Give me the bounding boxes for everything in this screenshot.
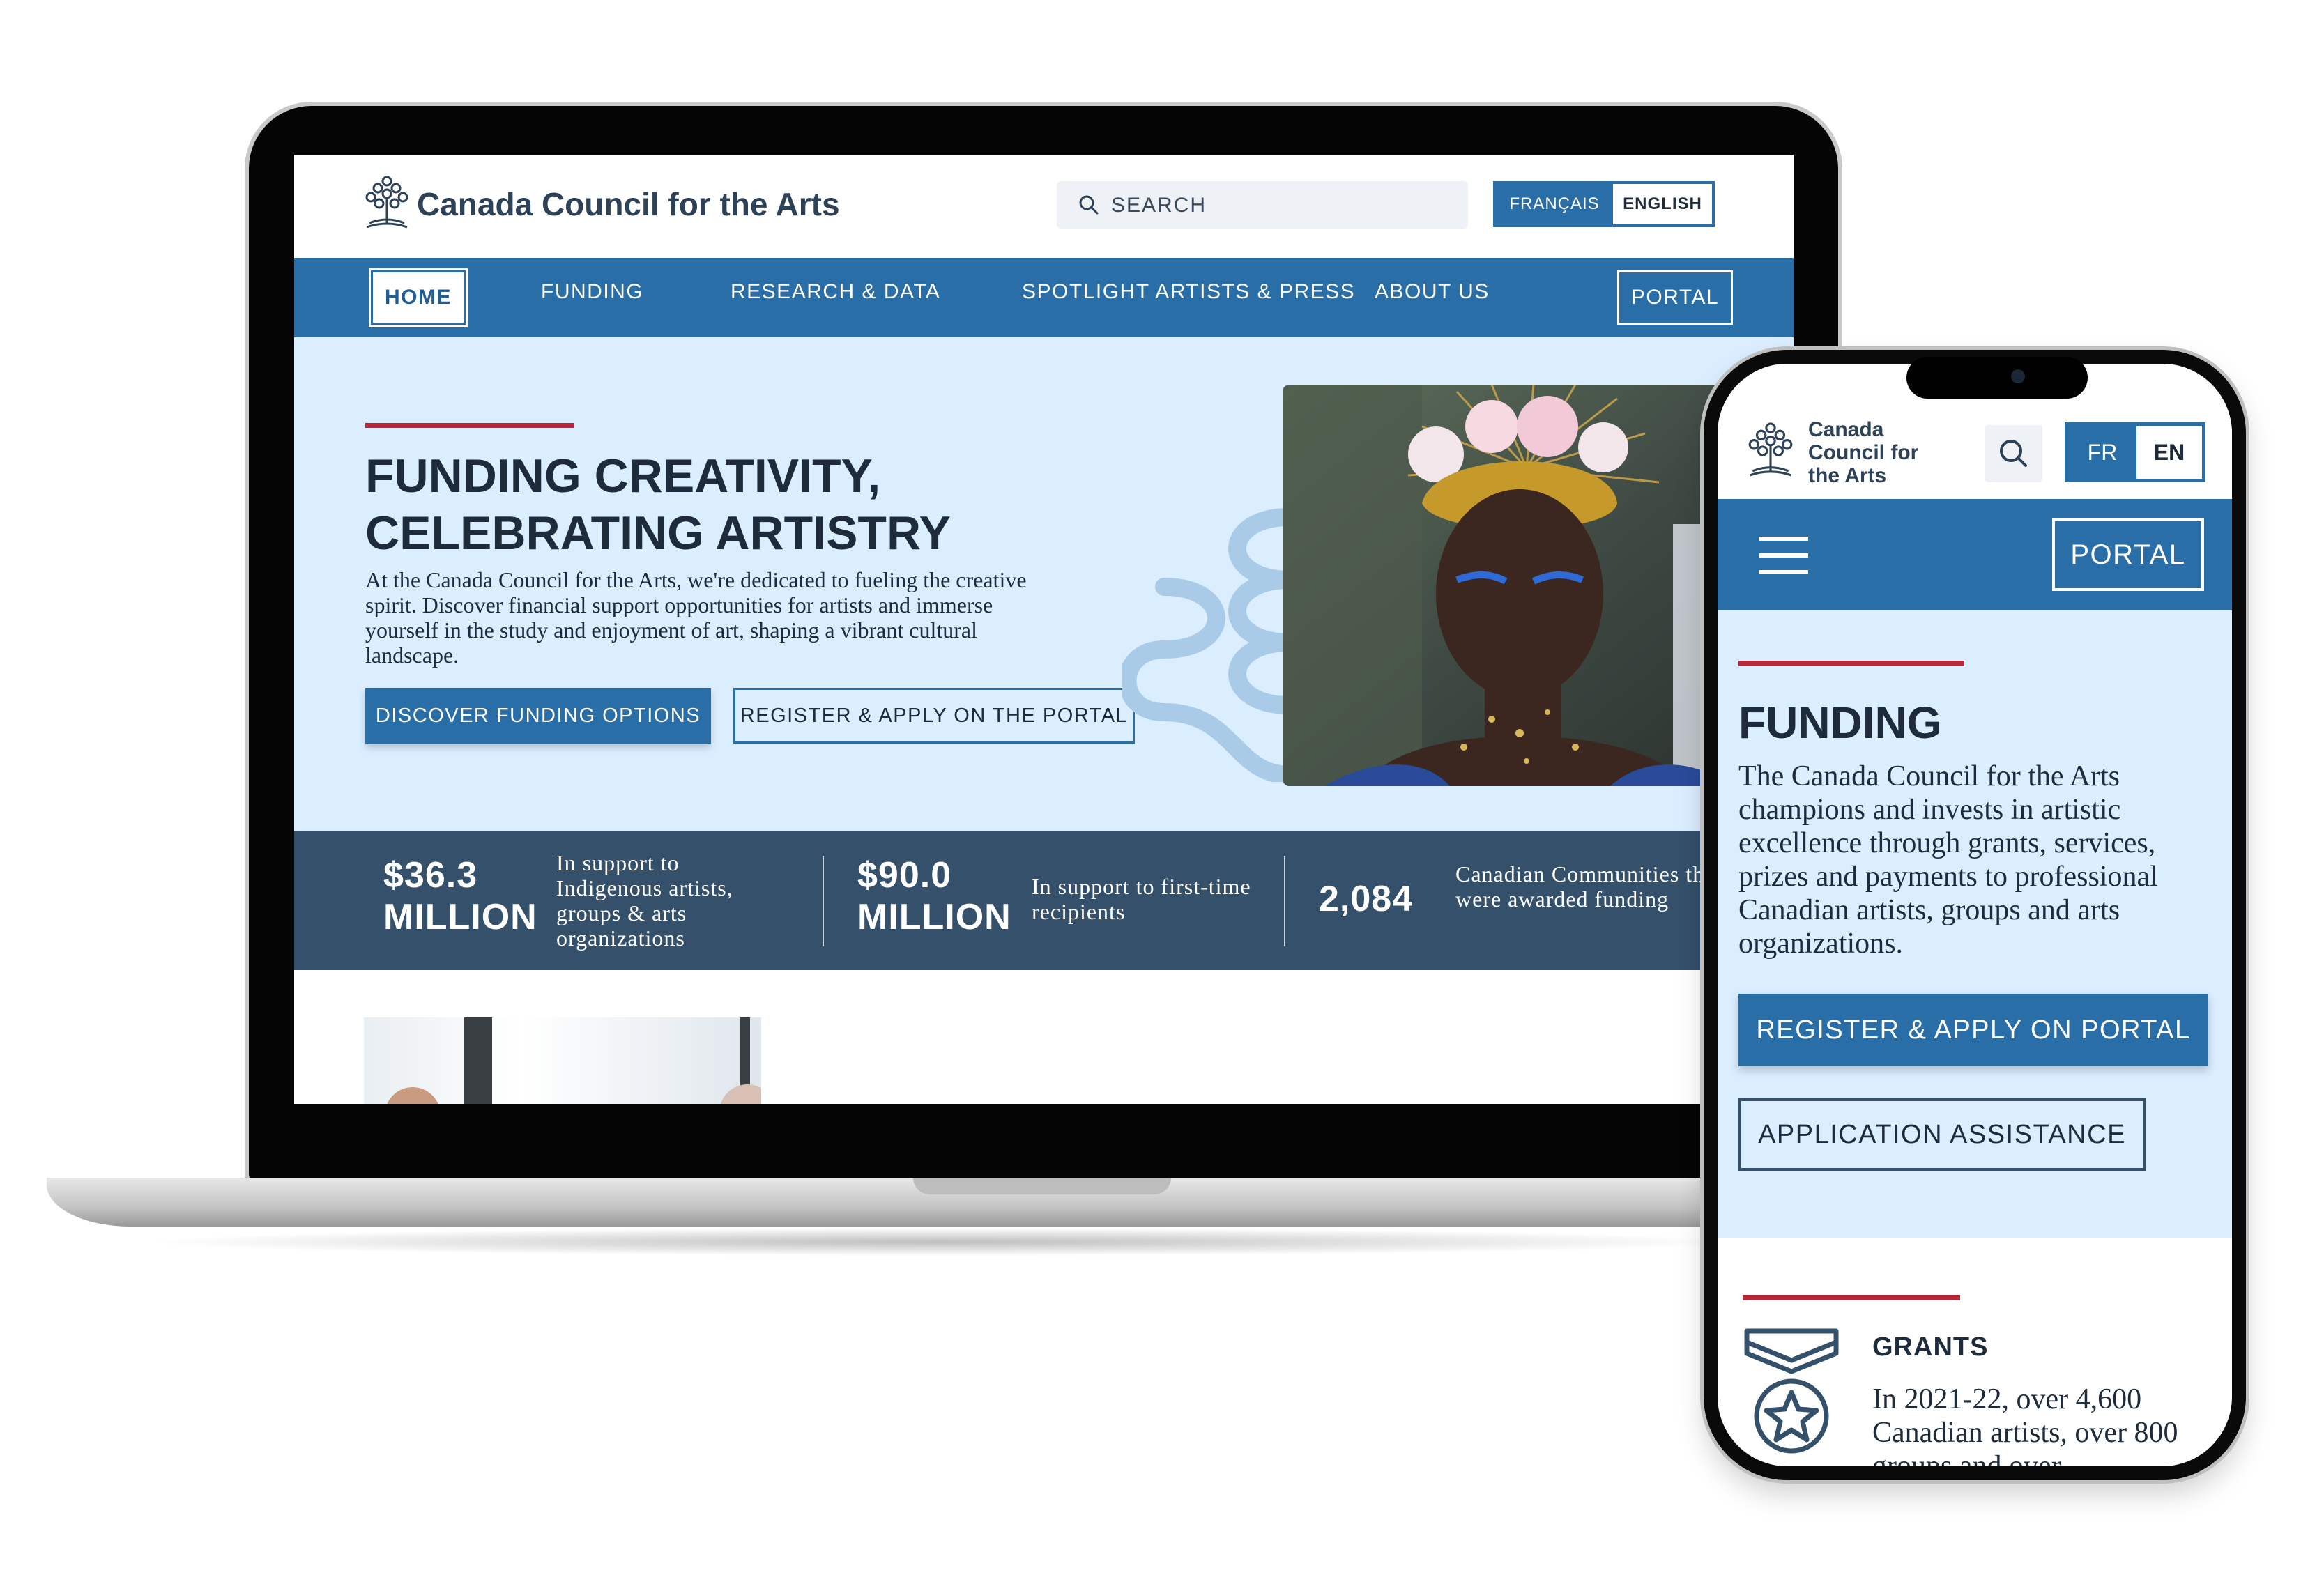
phone-camera: [2011, 369, 2025, 383]
mobile-hero-description: The Canada Council for the Arts champion…: [1738, 760, 2158, 960]
mobile-screen: Canada Council for the Arts FR EN PORTAL…: [1718, 364, 2232, 1466]
desktop-header: Canada Council for the Arts SEARCH FRANÇ…: [294, 155, 1794, 258]
hero-title-line1: FUNDING CREATIVITY,: [365, 449, 881, 502]
stat-divider: [1284, 856, 1285, 946]
mobile-logo-text[interactable]: Canada Council for the Arts: [1808, 418, 1948, 487]
mobile-portal-button[interactable]: PORTAL: [2052, 518, 2204, 591]
stat-value: $90.0 MILLION: [857, 854, 1011, 938]
search-input[interactable]: SEARCH: [1057, 181, 1468, 229]
stat-value-line1: $90.0: [857, 855, 952, 896]
hero-title-line2: CELEBRATING ARTISTRY: [365, 507, 951, 560]
search-icon: [1079, 195, 1099, 215]
mobile-hero-title: FUNDING: [1738, 698, 1942, 748]
nav-item-home[interactable]: HOME: [371, 270, 466, 325]
laptop-notch: [913, 1178, 1171, 1194]
stat-divider: [823, 856, 824, 946]
grants-accent-rule: [1743, 1295, 1960, 1300]
register-portal-button[interactable]: REGISTER & APPLY ON THE PORTAL: [733, 688, 1135, 744]
mobile-nav-bar: PORTAL: [1718, 499, 2232, 610]
stat-value-line1: $36.3: [383, 855, 478, 896]
stat-value: $36.3 MILLION: [383, 854, 537, 938]
application-assistance-button[interactable]: APPLICATION ASSISTANCE: [1738, 1098, 2146, 1171]
tree-logo-icon[interactable]: [362, 174, 411, 231]
site-logo-text[interactable]: Canada Council for the Arts: [417, 185, 840, 223]
language-english-button[interactable]: EN: [2136, 426, 2202, 479]
tree-logo-icon[interactable]: [1745, 418, 1796, 482]
mobile-language-toggle: FR EN: [2065, 422, 2205, 482]
grants-description: In 2021-22, over 4,600 Canadian artists,…: [1872, 1383, 2178, 1466]
language-french-button[interactable]: FRANÇAIS: [1496, 184, 1613, 224]
nav-item-spotlight[interactable]: SPOTLIGHT ARTISTS & PRESS: [1022, 280, 1355, 304]
desktop-main-nav: HOME FUNDING RESEARCH & DATA SPOTLIGHT A…: [294, 258, 1794, 337]
language-french-button[interactable]: FR: [2068, 426, 2136, 479]
stat-description: Canadian Communities that were awarded f…: [1455, 861, 1722, 912]
hamburger-menu-icon[interactable]: [1759, 537, 1808, 574]
discover-funding-button[interactable]: DISCOVER FUNDING OPTIONS: [365, 688, 711, 744]
desktop-screen: Canada Council for the Arts SEARCH FRANÇ…: [294, 155, 1794, 1104]
nav-portal-button[interactable]: PORTAL: [1617, 270, 1733, 325]
hero-description: At the Canada Council for the Arts, we'r…: [365, 567, 1027, 668]
content-thumbnail-image: [364, 1017, 761, 1104]
search-placeholder: SEARCH: [1111, 194, 1207, 217]
stats-bar: $36.3 MILLION In support to Indigenous a…: [294, 831, 1794, 970]
nav-item-research[interactable]: RESEARCH & DATA: [731, 280, 940, 304]
stat-description: In support to first-time recipients: [1032, 874, 1251, 924]
mobile-search-button[interactable]: [1985, 425, 2042, 482]
stat-value: 2,084: [1319, 879, 1414, 919]
search-icon: [2000, 440, 2027, 467]
medal-star-icon: [1744, 1328, 1839, 1454]
nav-item-funding[interactable]: FUNDING: [541, 280, 643, 304]
stat-value-line2: MILLION: [857, 897, 1011, 937]
language-toggle: FRANÇAIS ENGLISH: [1493, 181, 1715, 227]
stat-description: In support to Indigenous artists, groups…: [556, 850, 733, 951]
grants-title: GRANTS: [1872, 1332, 1989, 1362]
laptop-shadow: [139, 1228, 1743, 1256]
language-english-button[interactable]: ENGLISH: [1613, 184, 1712, 224]
mobile-hero-accent-rule: [1738, 661, 1964, 666]
mobile-register-portal-button[interactable]: REGISTER & APPLY ON PORTAL: [1738, 994, 2208, 1066]
stat-value-line2: MILLION: [383, 897, 537, 937]
hero-accent-rule: [365, 423, 574, 428]
hero-title: FUNDING CREATIVITY, CELEBRATING ARTISTRY: [365, 447, 1132, 562]
nav-item-about[interactable]: ABOUT US: [1375, 280, 1490, 304]
phone-dynamic-island: [1906, 357, 2088, 399]
